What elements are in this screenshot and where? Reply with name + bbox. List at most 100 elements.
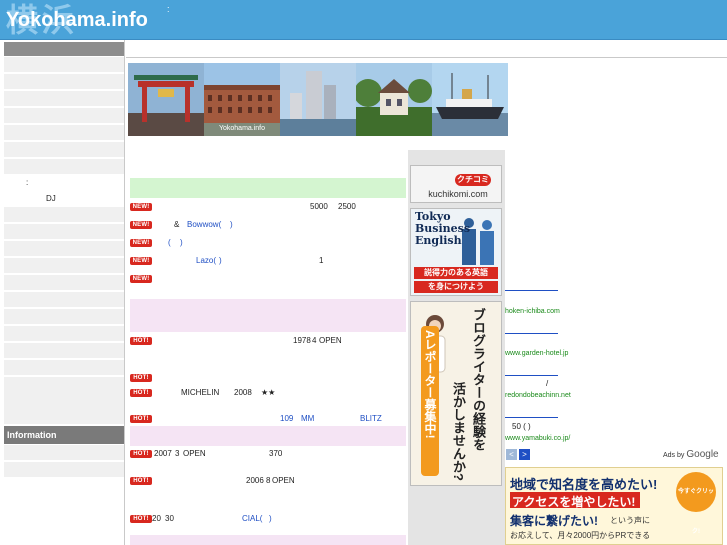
ads-next-button[interactable]: >	[519, 449, 530, 460]
tokyo-business-english-ad[interactable]: Tokyo Business English 説得力のある英語 を身につけよう	[410, 208, 502, 296]
sidebar-item[interactable]	[4, 241, 124, 257]
news-link[interactable]: (	[168, 237, 171, 249]
reporter-text-1: ブログライターの経験を	[471, 308, 486, 451]
news-row[interactable]: HOT! 1978 4 OPEN	[130, 335, 410, 347]
news-row[interactable]: HOT! 20 30 CIAL( )	[130, 513, 410, 525]
information-item[interactable]	[4, 445, 124, 461]
information-item[interactable]	[4, 462, 124, 478]
news-link[interactable]: MM	[301, 413, 314, 425]
sidebar-item[interactable]	[4, 377, 124, 425]
hot-badge: HOT!	[130, 415, 152, 423]
news-link[interactable]: 109	[280, 413, 293, 425]
sidebar-item[interactable]	[4, 207, 124, 223]
site-logo[interactable]: Yokohama.info	[6, 8, 148, 32]
text-ad-url[interactable]: www.yamabuki.co.jp/	[505, 434, 570, 443]
sidebar-item[interactable]: :	[4, 175, 124, 191]
promo-banner[interactable]: 地域で知名度を高めたい! アクセスを増やしたい! 集客に繋げたい! という声に …	[505, 467, 723, 545]
promo-line-4: お応えして、月々2000円からPRできる	[510, 531, 651, 540]
news-row[interactable]: NEW! 5000 2500	[130, 201, 410, 213]
sidebar-item[interactable]	[4, 159, 124, 175]
news-text: 1978	[293, 336, 311, 345]
sidebar-item[interactable]	[4, 326, 124, 342]
news-text: OPEN	[272, 476, 295, 485]
sidebar-item[interactable]	[4, 91, 124, 107]
sidebar-item[interactable]	[4, 360, 124, 376]
text-ad-description: /	[546, 379, 549, 388]
text-ad-url[interactable]: redondobeachinn.net	[505, 391, 571, 400]
hot-badge: HOT!	[130, 374, 152, 382]
text-ad-title[interactable]	[505, 417, 558, 418]
sidebar-item[interactable]	[4, 292, 124, 308]
site-header: 横浜 Yokohama.info :	[0, 0, 727, 40]
sidebar: : DJ Information	[0, 40, 125, 545]
news-row[interactable]: HOT! MICHELIN 2008 ★★	[130, 387, 410, 399]
news-link[interactable]: )	[180, 237, 183, 249]
sidebar-heading	[4, 42, 124, 56]
sidebar-item[interactable]	[4, 57, 124, 73]
sidebar-item[interactable]: DJ	[4, 191, 124, 207]
new-badge: NEW!	[130, 239, 152, 247]
sidebar-item[interactable]	[4, 125, 124, 141]
text-ad-url[interactable]: hoken-ichiba.com	[505, 307, 560, 316]
photo-hikawa-maru-ship	[432, 63, 508, 136]
news-section-header	[130, 178, 406, 198]
text-ad-title[interactable]	[505, 290, 558, 291]
reporter-text-2: 活かしませんか?	[451, 382, 466, 481]
hot-section-header	[130, 426, 406, 446]
new-badge: NEW!	[130, 275, 152, 283]
new-badge: NEW!	[130, 257, 152, 265]
news-link[interactable]: )	[269, 513, 272, 525]
news-link[interactable]: Bowwow(	[187, 219, 221, 231]
sidebar-item[interactable]	[4, 275, 124, 291]
sidebar-item[interactable]	[4, 74, 124, 90]
information-heading: Information	[4, 426, 124, 444]
photo-western-house	[356, 63, 432, 136]
sidebar-item[interactable]	[4, 108, 124, 124]
news-link[interactable]: )	[219, 255, 222, 267]
news-link[interactable]: BLITZ	[360, 413, 382, 425]
news-row[interactable]: HOT! 2006 8 OPEN	[130, 475, 410, 487]
news-row[interactable]: NEW!	[130, 273, 410, 285]
hot-section-header	[130, 535, 406, 545]
news-row[interactable]: NEW! Lazo( ) 1	[130, 255, 410, 267]
tbe-jp-2: を身につけよう	[414, 281, 498, 293]
text-ad-title[interactable]	[505, 333, 558, 334]
sidebar-item[interactable]	[4, 309, 124, 325]
kuchikomi-url: kuchikomi.com	[428, 189, 488, 199]
sidebar-item[interactable]	[4, 343, 124, 359]
news-row[interactable]: NEW! ( )	[130, 237, 410, 249]
news-link[interactable]: Lazo(	[196, 255, 216, 267]
content-divider	[126, 57, 727, 58]
sidebar-item[interactable]	[4, 224, 124, 240]
banner-photos: Yokohama.info	[128, 63, 508, 136]
news-row[interactable]: HOT! 109 MM BLITZ	[130, 413, 410, 425]
tbe-jp-1: 説得力のある英語	[414, 267, 498, 279]
hot-badge: HOT!	[130, 389, 152, 397]
news-text: 2500	[338, 202, 356, 211]
news-text: OPEN	[319, 336, 342, 345]
hot-badge: HOT!	[130, 515, 152, 523]
promo-line-1: 地域で知名度を高めたい!	[510, 477, 658, 492]
ads-by-text: Ads by	[663, 452, 685, 459]
text-ad-url[interactable]: www.garden-hotel.jp	[505, 349, 568, 358]
reporter-recruit-ad[interactable]: ブログライターの経験を 活かしませんか? Aレポーター募集中!	[410, 301, 502, 486]
news-link[interactable]: )	[230, 219, 233, 231]
new-badge: NEW!	[130, 221, 152, 229]
news-row[interactable]: HOT!	[130, 372, 410, 384]
reporter-text-3: Aレポーター募集中!	[423, 330, 437, 439]
promo-line-3b: という声に	[610, 516, 650, 525]
header-separator: :	[167, 4, 170, 14]
text-ad-title[interactable]	[505, 375, 558, 376]
news-link[interactable]: CIAL(	[242, 513, 262, 525]
news-text: 4	[312, 336, 317, 345]
hot-section-header	[130, 299, 406, 332]
kuchikomi-ad[interactable]: クチコミ kuchikomi.com	[410, 165, 502, 203]
sidebar-item[interactable]	[4, 142, 124, 158]
ads-prev-button[interactable]: <	[506, 449, 517, 460]
news-row[interactable]: NEW! & Bowwow( )	[130, 219, 410, 231]
news-row[interactable]: HOT! 2007 3 OPEN 370	[130, 448, 410, 460]
ads-by-label[interactable]: Ads by Google	[663, 450, 719, 461]
news-text: 2007	[154, 449, 172, 458]
sidebar-item[interactable]	[4, 258, 124, 274]
news-text: MICHELIN	[181, 388, 220, 397]
